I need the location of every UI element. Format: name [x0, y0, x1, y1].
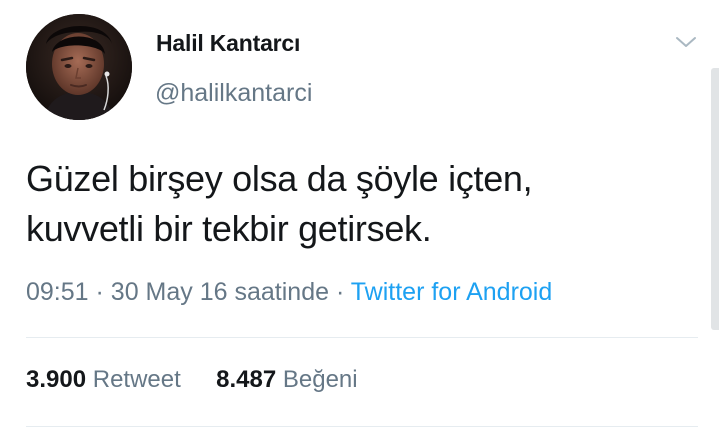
username-handle[interactable]: @halilkantarci [155, 79, 312, 108]
like-count: 8.487 [216, 366, 277, 393]
tweet-date[interactable]: 30 May 16 saatinde [111, 278, 329, 306]
retweet-label: Retweet [92, 366, 181, 393]
tweet-time[interactable]: 09:51 [26, 278, 89, 306]
tweet-text-line: kuvvetli bir tekbir getirsek. [26, 208, 432, 249]
avatar[interactable] [26, 14, 132, 120]
like-label: Beğeni [282, 366, 358, 393]
profile-photo [26, 14, 132, 120]
tweet-source-link[interactable]: Twitter for Android [351, 278, 552, 306]
chevron-down-icon[interactable] [674, 30, 698, 54]
meta-separator: · [335, 278, 345, 306]
likes-stat[interactable]: 8.487 Beğeni [216, 366, 357, 393]
meta-separator: · [95, 278, 104, 306]
tweet-text: Güzel birşey olsa da şöyle içten, kuvvet… [26, 154, 696, 254]
retweets-stat[interactable]: 3.900 Retweet [26, 366, 187, 393]
tweet-meta: 09:51 · 30 May 16 saatinde · Twitter for… [26, 278, 552, 307]
divider [26, 337, 698, 338]
tweet-stats: 3.900 Retweet 8.487 Beğeni [26, 366, 358, 394]
scroll-indicator [711, 68, 719, 330]
display-name[interactable]: Halil Kantarcı [156, 30, 300, 57]
retweet-count: 3.900 [26, 366, 87, 393]
tweet-text-line: Güzel birşey olsa da şöyle içten, [26, 158, 533, 199]
